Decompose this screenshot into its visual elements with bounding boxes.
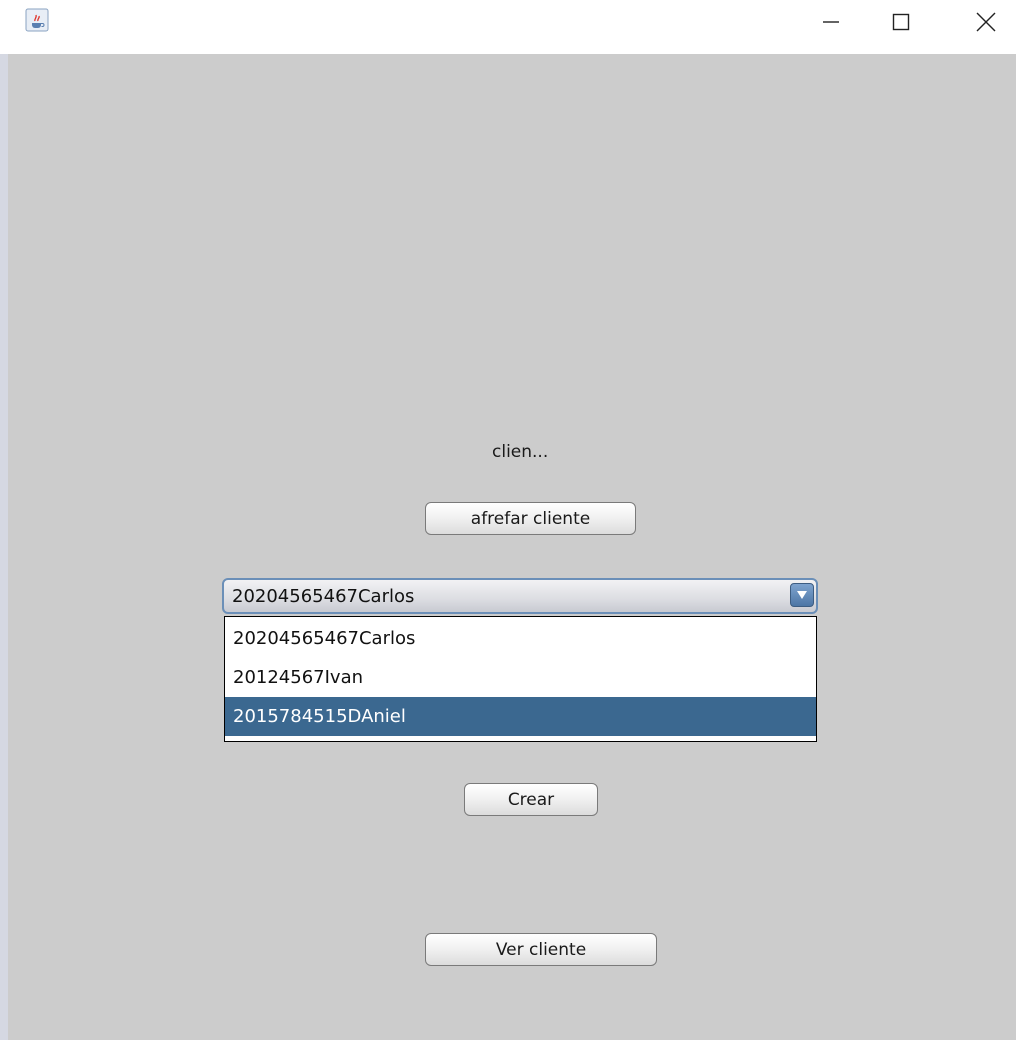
list-item[interactable]: 20124567Ivan <box>225 658 816 697</box>
maximize-button[interactable] <box>870 0 932 44</box>
minimize-button[interactable] <box>800 0 862 44</box>
add-client-button[interactable]: afrefar cliente <box>425 502 636 535</box>
view-client-button[interactable]: Ver cliente <box>425 933 657 966</box>
app-window: clien... afrefar cliente 20204565467Carl… <box>0 0 1016 1040</box>
list-item[interactable]: 20204565467Carlos <box>225 619 816 658</box>
window-left-border <box>0 54 8 1040</box>
title-bar <box>0 0 1016 54</box>
combo-arrow-button[interactable] <box>790 583 814 607</box>
close-icon <box>976 12 996 32</box>
combo-dropdown-list: 20204565467Carlos 20124567Ivan 201578451… <box>224 616 817 742</box>
minimize-icon <box>823 21 839 23</box>
list-item-highlighted[interactable]: 2015784515DAniel <box>225 697 816 736</box>
java-cup-icon <box>25 8 49 32</box>
maximize-icon <box>892 13 910 31</box>
create-button[interactable]: Crear <box>464 783 598 816</box>
combo-selected-value: 20204565467Carlos <box>232 586 415 607</box>
client-label: clien... <box>492 442 549 462</box>
close-button[interactable] <box>955 0 1016 44</box>
content-pane <box>8 54 1016 1040</box>
client-combo-box[interactable]: 20204565467Carlos <box>222 578 818 614</box>
chevron-down-icon <box>797 591 807 599</box>
